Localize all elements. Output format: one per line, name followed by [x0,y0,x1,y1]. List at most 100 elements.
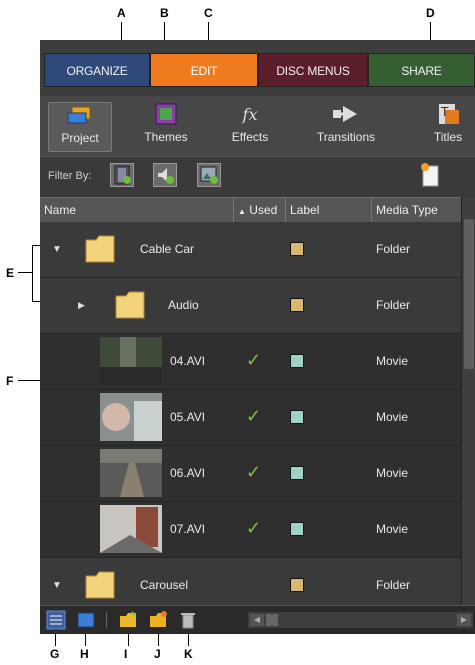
callout-c: C [204,6,213,20]
item-media-type: Folder [376,578,411,592]
label-swatch[interactable] [290,410,304,424]
callout-j: J [154,647,161,661]
category-titles[interactable]: T Titles [418,102,475,152]
item-media-type: Movie [376,522,409,536]
tab-share[interactable]: SHARE [368,53,475,87]
category-effects[interactable]: fx Effects [222,102,278,152]
scroll-left-arrow-icon[interactable]: ◀ [250,614,264,626]
label-swatch[interactable] [290,354,304,368]
category-transitions[interactable]: Transitions [304,102,388,152]
category-label: Transitions [316,130,376,144]
category-toolbar: Project Themes fx Effects Transitions T … [40,96,475,156]
horizontal-scrollbar[interactable]: ◀ ▶ [248,612,473,628]
workspace-tabs: ORGANIZE EDIT DISC MENUS SHARE [40,40,475,96]
tab-edit[interactable]: EDIT [150,53,258,87]
category-label: Themes [144,130,188,144]
callout-k: K [184,647,193,661]
folder-icon [85,571,115,599]
filter-image-button[interactable] [197,163,221,187]
vertical-scrollbar[interactable] [461,197,475,605]
category-label: Project [61,131,99,145]
tab-organize[interactable]: ORGANIZE [44,53,150,87]
item-name: Audio [168,298,199,312]
callout-d: D [426,6,435,20]
item-media-type: Movie [376,410,409,424]
callout-g: G [50,647,60,661]
item-media-type: Movie [376,466,409,480]
filter-label: Filter By: [48,170,92,182]
new-folder-button[interactable] [148,610,168,630]
project-list: ▼ Cable Car Folder ▶ Audio Folder 04.AVI… [40,222,461,605]
used-check-icon: ✓ [246,518,262,538]
label-swatch[interactable] [290,466,304,480]
list-item[interactable]: 07.AVI ✓ Movie [40,502,461,558]
list-item[interactable]: ▶ Audio Folder [40,278,461,334]
item-name: 05.AVI [170,410,206,424]
scrollbar-thumb[interactable] [464,219,474,369]
item-name: 04.AVI [170,354,206,368]
titles-icon: T [418,102,475,126]
sort-ascending-icon: ▲ [238,207,246,216]
list-item[interactable]: ▼ Carousel Folder [40,558,461,605]
tab-disc-menus[interactable]: DISC MENUS [258,53,368,87]
list-view-button[interactable] [46,610,66,630]
label-swatch[interactable] [290,578,304,592]
scroll-right-arrow-icon[interactable]: ▶ [457,614,471,626]
list-item[interactable]: 05.AVI ✓ Movie [40,390,461,446]
project-icon [49,103,111,127]
item-media-type: Movie [376,354,409,368]
item-name: 07.AVI [170,522,206,536]
themes-icon [136,102,196,126]
delete-button[interactable] [178,610,198,630]
svg-text:T: T [440,105,449,119]
clip-thumbnail [100,449,162,497]
category-label: Titles [433,130,463,144]
filter-audio-button[interactable] [153,163,177,187]
callout-i: I [124,647,128,661]
item-name: Cable Car [140,242,195,256]
callout-e: E [6,266,15,280]
column-label[interactable]: Label [286,198,372,222]
collapsed-triangle-icon[interactable]: ▶ [78,300,85,311]
label-swatch[interactable] [290,522,304,536]
callout-h: H [80,647,89,661]
expand-triangle-icon[interactable]: ▼ [52,580,62,591]
folder-icon [115,291,145,319]
new-item-icon[interactable] [420,162,442,188]
column-name[interactable]: Name [40,198,234,222]
category-project[interactable]: Project [48,102,112,152]
filmstrip-icon [114,165,131,185]
item-media-type: Folder [376,298,411,312]
project-panel: ORGANIZE EDIT DISC MENUS SHARE Project T… [40,40,475,634]
fx-icon: fx [242,104,258,124]
list-item[interactable]: 04.AVI ✓ Movie [40,334,461,390]
item-media-type: Folder [376,242,411,256]
list-view-icon [46,610,66,630]
category-label: Effects [231,130,269,144]
list-item[interactable]: 06.AVI ✓ Movie [40,446,461,502]
new-item-icon [120,611,136,627]
image-icon [200,166,218,184]
bottom-toolbar: ◀ ▶ [40,605,475,634]
icon-view-button[interactable] [76,610,96,630]
callout-line-e [18,272,32,273]
column-used[interactable]: ▲ Used [234,198,286,222]
used-check-icon: ✓ [246,462,262,482]
filter-video-button[interactable] [110,163,134,187]
expand-triangle-icon[interactable]: ▼ [52,244,62,255]
column-media-type[interactable]: Media Type [372,198,461,222]
new-item-button[interactable] [118,610,138,630]
folder-icon [85,235,115,263]
callout-f: F [6,374,14,388]
category-themes[interactable]: Themes [136,102,196,152]
trash-icon [181,613,195,629]
label-swatch[interactable] [290,242,304,256]
speaker-icon [158,168,174,184]
list-item[interactable]: ▼ Cable Car Folder [40,222,461,278]
clip-thumbnail [100,393,162,441]
scrollbar-thumb[interactable] [266,614,278,626]
label-swatch[interactable] [290,298,304,312]
item-name: 06.AVI [170,466,206,480]
icon-view-icon [77,612,95,628]
item-name: Carousel [140,578,189,592]
